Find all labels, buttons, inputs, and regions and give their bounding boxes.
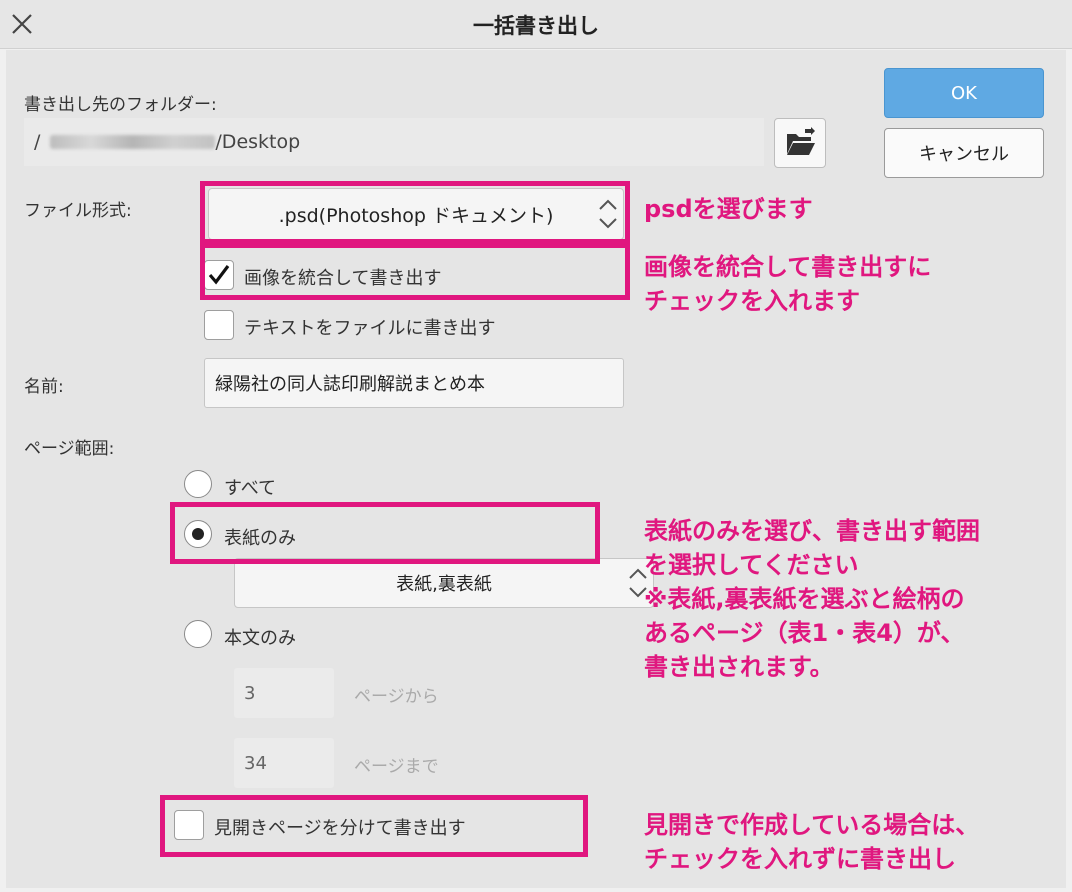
page-range-label: ページ範囲: <box>24 439 115 459</box>
annotation-format: psdを選びます <box>644 195 813 223</box>
dialog-title: 一括書き出し <box>473 14 599 38</box>
path-suffix: /Desktop <box>215 131 301 153</box>
ok-button[interactable]: OK <box>884 68 1044 118</box>
page-from-label: ページから <box>354 687 439 707</box>
page-to-label: ページまで <box>354 757 439 777</box>
browse-folder-button[interactable] <box>774 118 826 168</box>
highlight-file-format <box>200 181 630 244</box>
file-format-label: ファイル形式: <box>24 201 132 221</box>
name-label: 名前: <box>24 377 64 397</box>
page-from-input[interactable]: 3 <box>234 668 334 718</box>
page-to-input[interactable]: 34 <box>234 738 334 788</box>
path-prefix: / <box>34 131 41 153</box>
export-folder-label: 書き出し先のフォルダー: <box>24 95 217 115</box>
cover-pages-value: 表紙,裏表紙 <box>396 574 492 595</box>
cover-pages-select[interactable]: 表紙,裏表紙 <box>234 558 654 608</box>
radio-body-only[interactable] <box>184 620 212 648</box>
radio-all-label: すべて <box>224 478 277 499</box>
export-folder-path[interactable]: / /Desktop <box>24 118 764 166</box>
export-text-checkbox[interactable] <box>204 310 234 340</box>
highlight-merge-images <box>200 243 630 300</box>
annotation-cover: 表紙のみを選び、書き出す範囲 を選択してください ※表紙,裏表紙を選ぶと絵柄の … <box>644 517 980 681</box>
redacted-path <box>50 135 216 149</box>
highlight-spread-pages <box>160 795 588 857</box>
highlight-cover-only <box>170 502 600 564</box>
export-text-label: テキストをファイルに書き出す <box>244 318 496 339</box>
radio-body-only-label: 本文のみ <box>224 628 296 649</box>
annotation-spread: 見開きで作成している場合は、 チェックを入れずに書き出し <box>644 811 980 873</box>
folder-open-icon <box>787 127 815 155</box>
cancel-button[interactable]: キャンセル <box>884 128 1044 178</box>
name-input[interactable]: 緑陽社の同人誌印刷解説まとめ本 <box>204 358 624 408</box>
title-bar: 一括書き出し <box>0 0 1072 49</box>
annotation-merge: 画像を統合して書き出すに チェックを入れます <box>644 253 932 315</box>
radio-all[interactable] <box>184 470 212 498</box>
